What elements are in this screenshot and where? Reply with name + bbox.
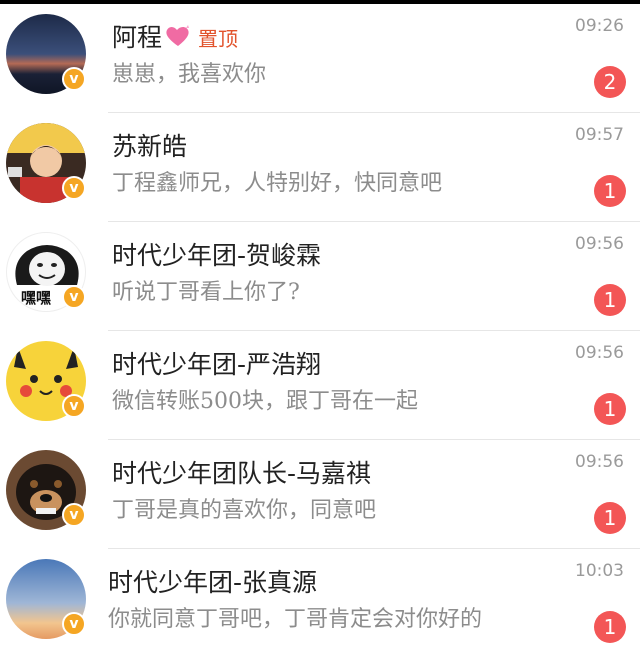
chat-preview: 你就同意丁哥吧，丁哥肯定会对你好的: [108, 607, 483, 632]
heart-icon: [164, 24, 192, 54]
chat-list: v 阿程 置顶 09:26 崽崽，我喜欢你 2 v 苏新皓 09:57 丁程鑫师兄…: [0, 4, 640, 658]
chat-time: 09:56: [575, 234, 624, 254]
unread-badge: 1: [594, 284, 626, 316]
chat-item-a-cheng[interactable]: v 阿程 置顶 09:26 崽崽，我喜欢你 2: [0, 4, 640, 113]
avatar-caption: 嘿嘿: [21, 289, 52, 307]
verified-icon: v: [62, 612, 86, 636]
verified-icon: v: [62, 285, 86, 309]
chat-preview: 丁哥是真的喜欢你，同意吧: [112, 498, 377, 523]
chat-item-zhang-zhenyuan[interactable]: v 时代少年团-张真源 10:03 你就同意丁哥吧，丁哥肯定会对你好的 1: [0, 549, 640, 658]
chat-time: 09:26: [575, 16, 624, 36]
verified-icon: v: [62, 503, 86, 527]
chat-time: 09:56: [575, 343, 624, 363]
chat-preview: 丁程鑫师兄，人特别好，快同意吧: [112, 171, 443, 196]
chat-name: 阿程 置顶: [112, 23, 239, 54]
unread-badge: 1: [594, 175, 626, 207]
verified-icon: v: [62, 176, 86, 200]
chat-time: 09:57: [575, 125, 624, 145]
chat-item-su-xinhao[interactable]: v 苏新皓 09:57 丁程鑫师兄，人特别好，快同意吧 1: [0, 113, 640, 222]
unread-badge: 1: [594, 502, 626, 534]
chat-time: 10:03: [575, 561, 624, 581]
unread-badge: 1: [594, 393, 626, 425]
chat-name: 时代少年团-张真源: [108, 568, 318, 597]
chat-name: 时代少年团队长-马嘉祺: [112, 459, 372, 488]
chat-item-yan-haoxiang[interactable]: v 时代少年团-严浩翔 09:56 微信转账500块，跟丁哥在一起 1: [0, 331, 640, 440]
unread-badge: 2: [594, 66, 626, 98]
verified-icon: v: [62, 394, 86, 418]
chat-preview: 听说丁哥看上你了?: [112, 280, 300, 305]
unread-badge: 1: [594, 611, 626, 643]
chat-name: 时代少年团-严浩翔: [112, 350, 322, 379]
chat-item-ma-jiaqi[interactable]: v 时代少年团队长-马嘉祺 09:56 丁哥是真的喜欢你，同意吧 1: [0, 440, 640, 549]
chat-time: 09:56: [575, 452, 624, 472]
chat-name: 苏新皓: [112, 132, 188, 161]
chat-preview: 微信转账500块，跟丁哥在一起: [112, 389, 418, 414]
chat-name: 时代少年团-贺峻霖: [112, 241, 322, 270]
chat-item-he-junlin[interactable]: 嘿嘿 v 时代少年团-贺峻霖 09:56 听说丁哥看上你了? 1: [0, 222, 640, 331]
pinned-label: 置顶: [198, 27, 239, 51]
chat-preview: 崽崽，我喜欢你: [112, 62, 267, 87]
verified-icon: v: [62, 67, 86, 91]
